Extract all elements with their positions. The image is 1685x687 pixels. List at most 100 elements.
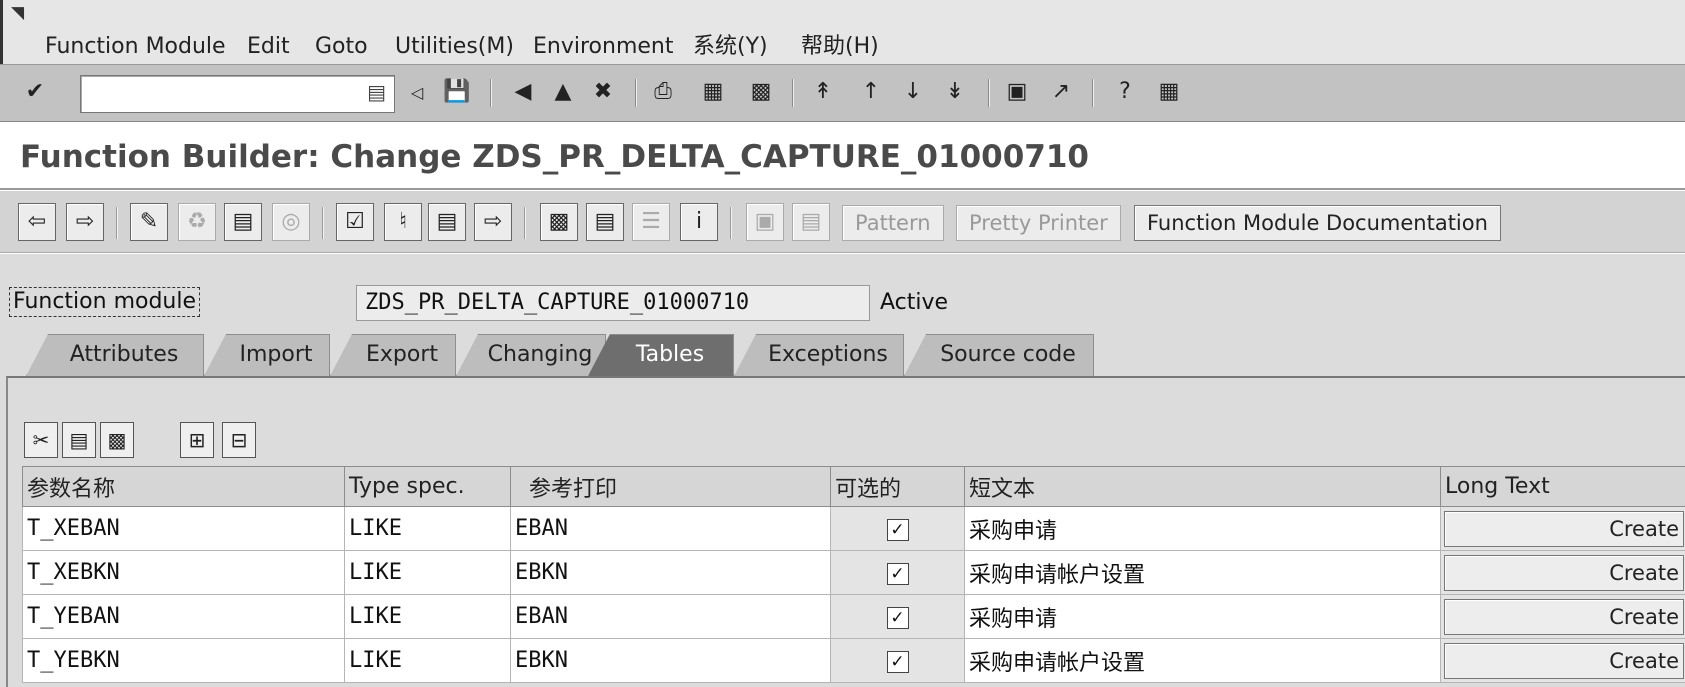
tab-changing[interactable]: Changing bbox=[456, 334, 606, 376]
create-long-text-button[interactable]: Create bbox=[1444, 510, 1684, 547]
reference-cell[interactable]: EBKN bbox=[510, 550, 831, 595]
status-text: Active bbox=[880, 290, 949, 315]
enter-check-icon[interactable]: ✔ bbox=[20, 77, 50, 107]
help-icon[interactable]: ? bbox=[1110, 77, 1140, 107]
cancel-icon[interactable]: ✖ bbox=[588, 77, 618, 107]
column-header-optional[interactable]: 可选的 bbox=[830, 466, 965, 507]
info-icon[interactable]: i bbox=[680, 203, 718, 241]
column-header-type-spec[interactable]: Type spec. bbox=[344, 466, 511, 507]
previous-page-icon[interactable]: ↑ bbox=[856, 77, 886, 107]
hierarchy-icon[interactable]: ▩ bbox=[540, 203, 578, 241]
other-object-icon: ♻ bbox=[178, 203, 216, 241]
collapse-left-icon[interactable]: ◁ bbox=[402, 78, 432, 108]
navigation-icon[interactable]: ⇨ bbox=[474, 203, 512, 241]
column-header-parameter-name[interactable]: 参数名称 bbox=[22, 466, 345, 507]
command-input[interactable] bbox=[81, 76, 361, 110]
system-menu-icon[interactable]: ◥ bbox=[11, 3, 24, 23]
find-icon[interactable]: ▦ bbox=[698, 77, 728, 107]
short-text-cell[interactable]: 采购申请 bbox=[964, 594, 1441, 639]
where-used-icon[interactable]: ♮ bbox=[384, 203, 422, 241]
menu-help[interactable]: 帮助(H) bbox=[801, 32, 879, 62]
long-text-cell: Create bbox=[1440, 638, 1685, 683]
parameter-name-cell[interactable]: T_YEBKN bbox=[22, 638, 345, 683]
next-page-icon[interactable]: ↓ bbox=[898, 77, 928, 107]
paste-icon[interactable]: ▩ bbox=[100, 422, 134, 458]
pattern-button: Pattern bbox=[842, 205, 944, 241]
menu-function-module[interactable]: Function Module bbox=[45, 32, 226, 62]
command-field[interactable]: ▤ bbox=[80, 75, 395, 113]
reference-cell[interactable]: EBAN bbox=[510, 594, 831, 639]
forward-arrow-icon[interactable]: ⇨ bbox=[66, 203, 104, 241]
reference-cell[interactable]: EBAN bbox=[510, 506, 831, 551]
toolbar-separator bbox=[988, 79, 990, 107]
activate-icon: ◎ bbox=[272, 203, 310, 241]
display-change-icon[interactable]: ✎ bbox=[130, 203, 168, 241]
tab-import[interactable]: Import bbox=[204, 334, 330, 376]
optional-checkbox[interactable]: ✓ bbox=[886, 651, 909, 673]
toolbar-separator bbox=[635, 79, 637, 107]
window-top-strip: ◥ bbox=[0, 0, 1685, 30]
optional-checkbox[interactable]: ✓ bbox=[886, 607, 909, 629]
first-page-icon[interactable]: ↟ bbox=[808, 77, 838, 107]
last-page-icon[interactable]: ↡ bbox=[940, 77, 970, 107]
create-long-text-button[interactable]: Create bbox=[1444, 554, 1684, 591]
table-row: T_YEBKN LIKE EBKN ✓ 采购申请帐户设置 Create bbox=[22, 638, 1685, 683]
type-spec-cell[interactable]: LIKE bbox=[344, 550, 511, 595]
type-spec-cell[interactable]: LIKE bbox=[344, 506, 511, 551]
short-text-cell[interactable]: 采购申请帐户设置 bbox=[964, 638, 1441, 683]
column-header-reference[interactable]: 参考打印 bbox=[510, 466, 831, 507]
parameter-name-cell[interactable]: T_YEBAN bbox=[22, 594, 345, 639]
save-icon[interactable]: 💾 bbox=[442, 77, 472, 107]
long-text-cell: Create bbox=[1440, 594, 1685, 639]
type-spec-cell[interactable]: LIKE bbox=[344, 638, 511, 683]
optional-checkbox[interactable]: ✓ bbox=[886, 563, 909, 585]
reference-cell[interactable]: EBKN bbox=[510, 638, 831, 683]
print-icon[interactable]: ⎙ bbox=[648, 77, 678, 107]
menu-environment[interactable]: Environment bbox=[533, 32, 673, 62]
page-title: Function Builder: Change ZDS_PR_DELTA_CA… bbox=[20, 139, 1089, 175]
menu-goto[interactable]: Goto bbox=[315, 32, 368, 62]
function-module-documentation-button[interactable]: Function Module Documentation bbox=[1134, 205, 1501, 241]
menu-edit[interactable]: Edit bbox=[247, 32, 290, 62]
short-text-cell[interactable]: 采购申请帐户设置 bbox=[964, 550, 1441, 595]
parameter-name-cell[interactable]: T_XEBAN bbox=[22, 506, 345, 551]
exit-icon[interactable]: ▲ bbox=[548, 77, 578, 107]
toolbar-separator bbox=[730, 207, 732, 239]
optional-cell: ✓ bbox=[830, 506, 965, 551]
column-header-short-text[interactable]: 短文本 bbox=[964, 466, 1441, 507]
copy-icon[interactable]: ▤ bbox=[62, 422, 96, 458]
tab-attributes[interactable]: Attributes bbox=[26, 334, 204, 376]
title-bar: Function Builder: Change ZDS_PR_DELTA_CA… bbox=[0, 123, 1685, 190]
tab-source-code[interactable]: Source code bbox=[904, 334, 1094, 376]
menu-utilities[interactable]: Utilities(M) bbox=[395, 32, 514, 62]
column-header-long-text[interactable]: Long Text bbox=[1440, 466, 1685, 507]
menu-system[interactable]: 系统(Y) bbox=[693, 32, 768, 62]
create-long-text-button[interactable]: Create bbox=[1444, 642, 1684, 679]
parameter-name-cell[interactable]: T_XEBKN bbox=[22, 550, 345, 595]
layout-menu-icon[interactable]: ▦ bbox=[1154, 77, 1184, 107]
shortcut-icon[interactable]: ↗ bbox=[1046, 77, 1076, 107]
back-icon[interactable]: ◀ bbox=[508, 77, 538, 107]
tab-tables[interactable]: Tables bbox=[588, 334, 734, 376]
back-arrow-icon[interactable]: ⇦ bbox=[18, 203, 56, 241]
delete-row-icon[interactable]: ⊟ bbox=[222, 422, 256, 458]
optional-checkbox[interactable]: ✓ bbox=[886, 519, 909, 541]
table-row: T_XEBKN LIKE EBKN ✓ 采购申请帐户设置 Create bbox=[22, 550, 1685, 595]
check-icon[interactable]: ▤ bbox=[224, 203, 262, 241]
tab-export[interactable]: Export bbox=[330, 334, 456, 376]
stack-icon[interactable]: ▤ bbox=[586, 203, 624, 241]
function-module-field[interactable]: ZDS_PR_DELTA_CAPTURE_01000710 bbox=[356, 285, 870, 321]
create-long-text-button[interactable]: Create bbox=[1444, 598, 1684, 635]
test-icon[interactable]: ☑ bbox=[336, 203, 374, 241]
cut-icon[interactable]: ✂ bbox=[24, 422, 58, 458]
new-session-icon[interactable]: ▣ bbox=[1002, 77, 1032, 107]
type-spec-cell[interactable]: LIKE bbox=[344, 594, 511, 639]
short-text-cell[interactable]: 采购申请 bbox=[964, 506, 1441, 551]
tab-exceptions[interactable]: Exceptions bbox=[734, 334, 904, 376]
object-list-icon[interactable]: ▤ bbox=[428, 203, 466, 241]
command-history-icon[interactable]: ▤ bbox=[367, 80, 386, 104]
toolbar-separator bbox=[524, 207, 526, 239]
tables-parameter-table: 参数名称 Type spec. 参考打印 可选的 短文本 Long Text T… bbox=[22, 466, 1685, 683]
find-next-icon[interactable]: ▩ bbox=[746, 77, 776, 107]
insert-row-icon[interactable]: ⊞ bbox=[180, 422, 214, 458]
